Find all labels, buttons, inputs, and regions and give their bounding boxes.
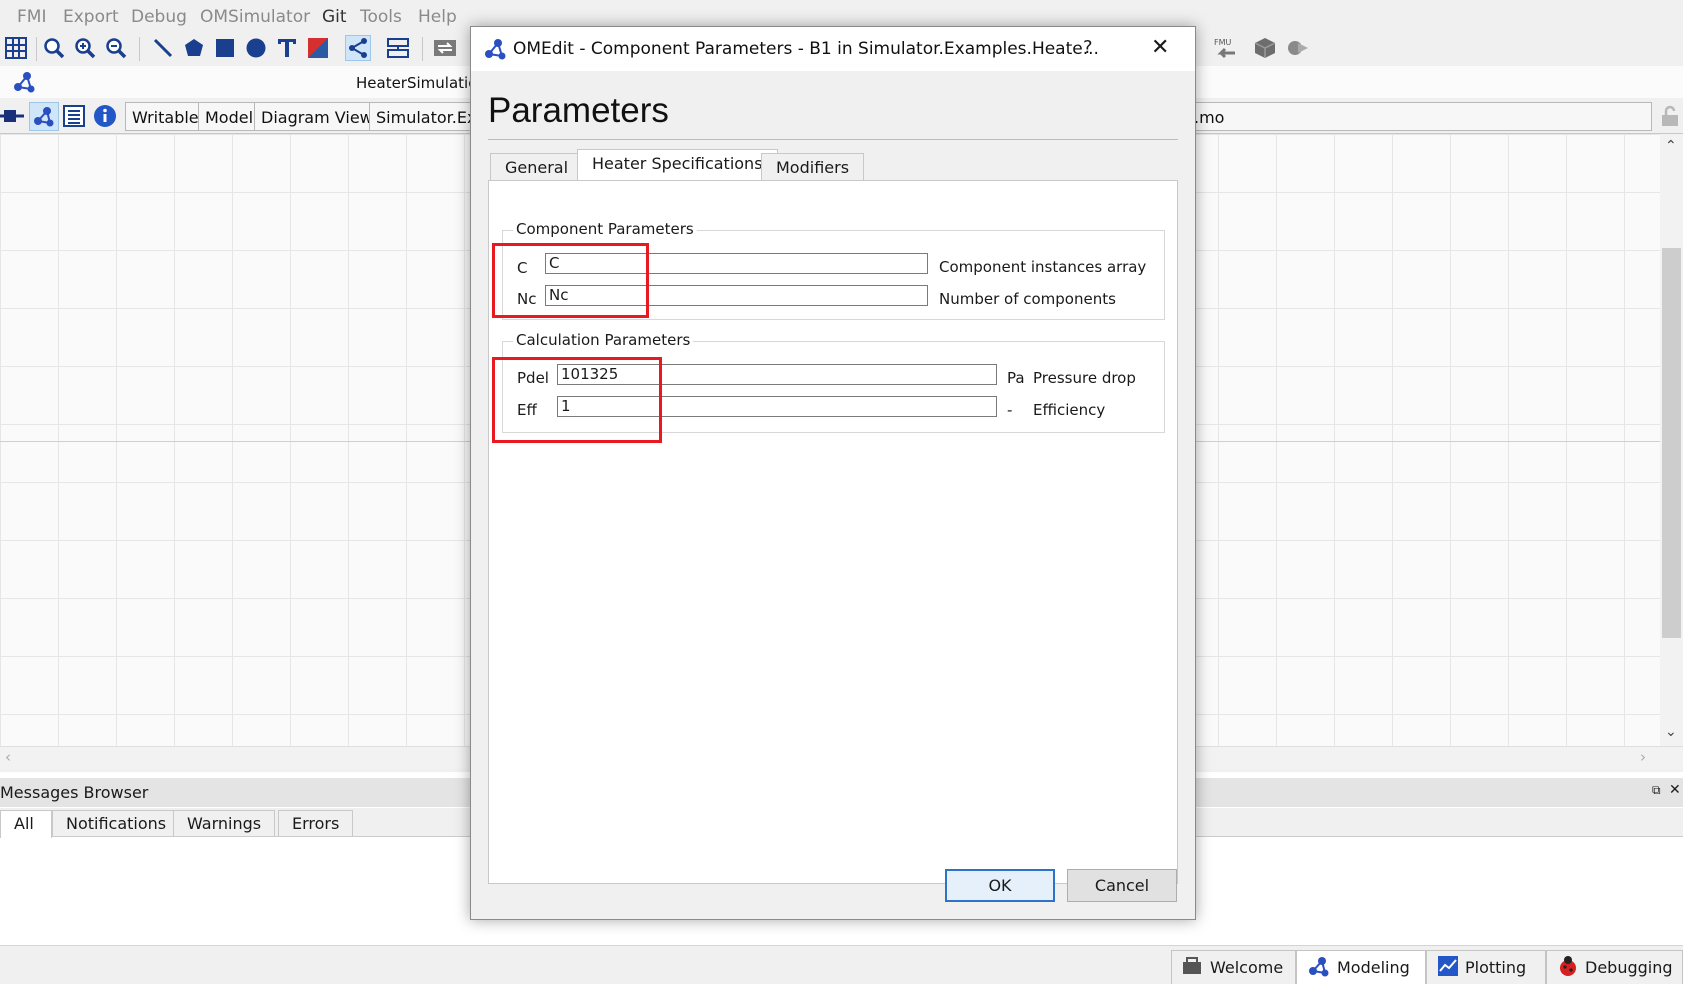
writable-label: Writable xyxy=(125,102,206,131)
messages-title: Messages Browser xyxy=(0,783,149,802)
highlight-box xyxy=(492,243,649,318)
param-unit: Pa xyxy=(1007,369,1025,387)
tab-all[interactable]: All xyxy=(0,810,52,838)
model-icon xyxy=(12,70,38,98)
tab-heater-specifications[interactable]: Heater Specifications xyxy=(577,149,778,182)
transition-mode-icon[interactable] xyxy=(385,35,411,61)
menu-tools[interactable]: Tools xyxy=(360,7,402,27)
param-description: Number of components xyxy=(939,290,1116,308)
zoom-reset-icon[interactable] xyxy=(41,35,67,61)
param-description: Component instances array xyxy=(939,258,1147,276)
simulate-icon[interactable] xyxy=(1285,35,1311,61)
heading-divider xyxy=(488,139,1178,140)
perspective-welcome[interactable]: Welcome xyxy=(1171,950,1296,984)
zoom-in-icon[interactable] xyxy=(72,35,98,61)
tab-warnings[interactable]: Warnings xyxy=(173,810,276,836)
menu-export[interactable]: Export xyxy=(63,7,119,27)
component-parameters-dialog: OMEdit - Component Parameters - B1 in Si… xyxy=(470,26,1196,920)
help-button[interactable]: ? xyxy=(1083,37,1093,58)
bitmap-tool-icon[interactable] xyxy=(305,35,331,61)
tab-notifications[interactable]: Notifications xyxy=(52,810,181,836)
scroll-right-icon[interactable]: › xyxy=(1640,748,1646,766)
rectangle-tool-icon[interactable] xyxy=(212,35,238,61)
highlight-box xyxy=(492,357,662,443)
perspective-modeling[interactable]: Modeling xyxy=(1296,950,1426,984)
menu-debug[interactable]: Debug xyxy=(131,7,187,27)
perspective-welcome-label: Welcome xyxy=(1210,958,1284,977)
perspective-plotting[interactable]: Plotting xyxy=(1426,950,1546,984)
cancel-button[interactable]: Cancel xyxy=(1067,869,1177,902)
menu-fmi[interactable]: FMI xyxy=(17,7,46,27)
fmu-import-icon[interactable]: FMU xyxy=(1212,35,1238,61)
text-tool-icon[interactable] xyxy=(274,35,300,61)
modeling-icon xyxy=(1307,955,1331,981)
dialog-heading: Parameters xyxy=(488,91,669,130)
group-label: Calculation Parameters xyxy=(513,331,694,349)
perspective-debugging-label: Debugging xyxy=(1585,958,1673,977)
cube-icon[interactable] xyxy=(1252,35,1278,61)
swap-icon[interactable] xyxy=(432,35,458,61)
tab-general[interactable]: General xyxy=(490,153,584,181)
perspective-modeling-label: Modeling xyxy=(1337,958,1410,977)
param-unit: - xyxy=(1007,401,1013,419)
restriction-label: Model xyxy=(198,102,261,131)
vertical-scroll-thumb[interactable] xyxy=(1662,248,1681,638)
perspective-bar: Welcome Modeling Plotting Debugging xyxy=(0,945,1683,984)
welcome-icon xyxy=(1182,956,1204,980)
ok-button[interactable]: OK xyxy=(945,869,1055,902)
tab-modifiers[interactable]: Modifiers xyxy=(761,153,865,181)
dialog-titlebar: OMEdit - Component Parameters - B1 in Si… xyxy=(471,27,1195,71)
view-type-label: Diagram View xyxy=(254,102,380,131)
bug-icon xyxy=(1557,955,1579,981)
icon-view-icon[interactable] xyxy=(0,104,26,128)
menu-git[interactable]: Git xyxy=(322,7,347,27)
tab-errors[interactable]: Errors xyxy=(278,810,354,836)
close-panel-icon[interactable]: ✕ xyxy=(1669,782,1681,798)
text-view-icon[interactable] xyxy=(62,104,86,128)
scroll-left-icon[interactable]: ‹ xyxy=(5,748,11,766)
grid-icon[interactable] xyxy=(3,35,29,61)
tab-pane: Component Parameters C C Component insta… xyxy=(488,180,1178,884)
dialog-title: OMEdit - Component Parameters - B1 in Si… xyxy=(513,39,1099,59)
perspective-debugging[interactable]: Debugging xyxy=(1546,950,1683,984)
zoom-out-icon[interactable] xyxy=(103,35,129,61)
plotting-icon xyxy=(1437,955,1459,981)
scroll-up-icon[interactable]: ⌃ xyxy=(1665,138,1677,154)
lock-icon[interactable] xyxy=(1660,105,1682,129)
connect-mode-icon[interactable] xyxy=(345,35,371,61)
polygon-tool-icon[interactable] xyxy=(181,35,207,61)
documentation-view-icon[interactable] xyxy=(93,104,117,128)
file-name-label: .mo xyxy=(1188,102,1652,131)
line-tool-icon[interactable] xyxy=(150,35,176,61)
param-description: Pressure drop xyxy=(1033,369,1136,387)
group-label: Component Parameters xyxy=(513,220,697,238)
perspective-plotting-label: Plotting xyxy=(1465,958,1527,977)
model-title: HeaterSimulatio xyxy=(356,74,478,92)
diagram-view-icon[interactable] xyxy=(29,102,59,131)
omedit-icon xyxy=(483,37,509,65)
menu-help[interactable]: Help xyxy=(418,7,457,27)
close-icon[interactable]: ✕ xyxy=(1151,35,1169,60)
menu-omsimulator[interactable]: OMSimulator xyxy=(200,7,310,27)
svg-text:FMU: FMU xyxy=(1214,38,1232,47)
float-panel-icon[interactable]: ⧉ xyxy=(1652,783,1661,798)
param-description: Efficiency xyxy=(1033,401,1106,419)
scroll-down-icon[interactable]: ⌄ xyxy=(1665,724,1677,740)
ellipse-tool-icon[interactable] xyxy=(243,35,269,61)
